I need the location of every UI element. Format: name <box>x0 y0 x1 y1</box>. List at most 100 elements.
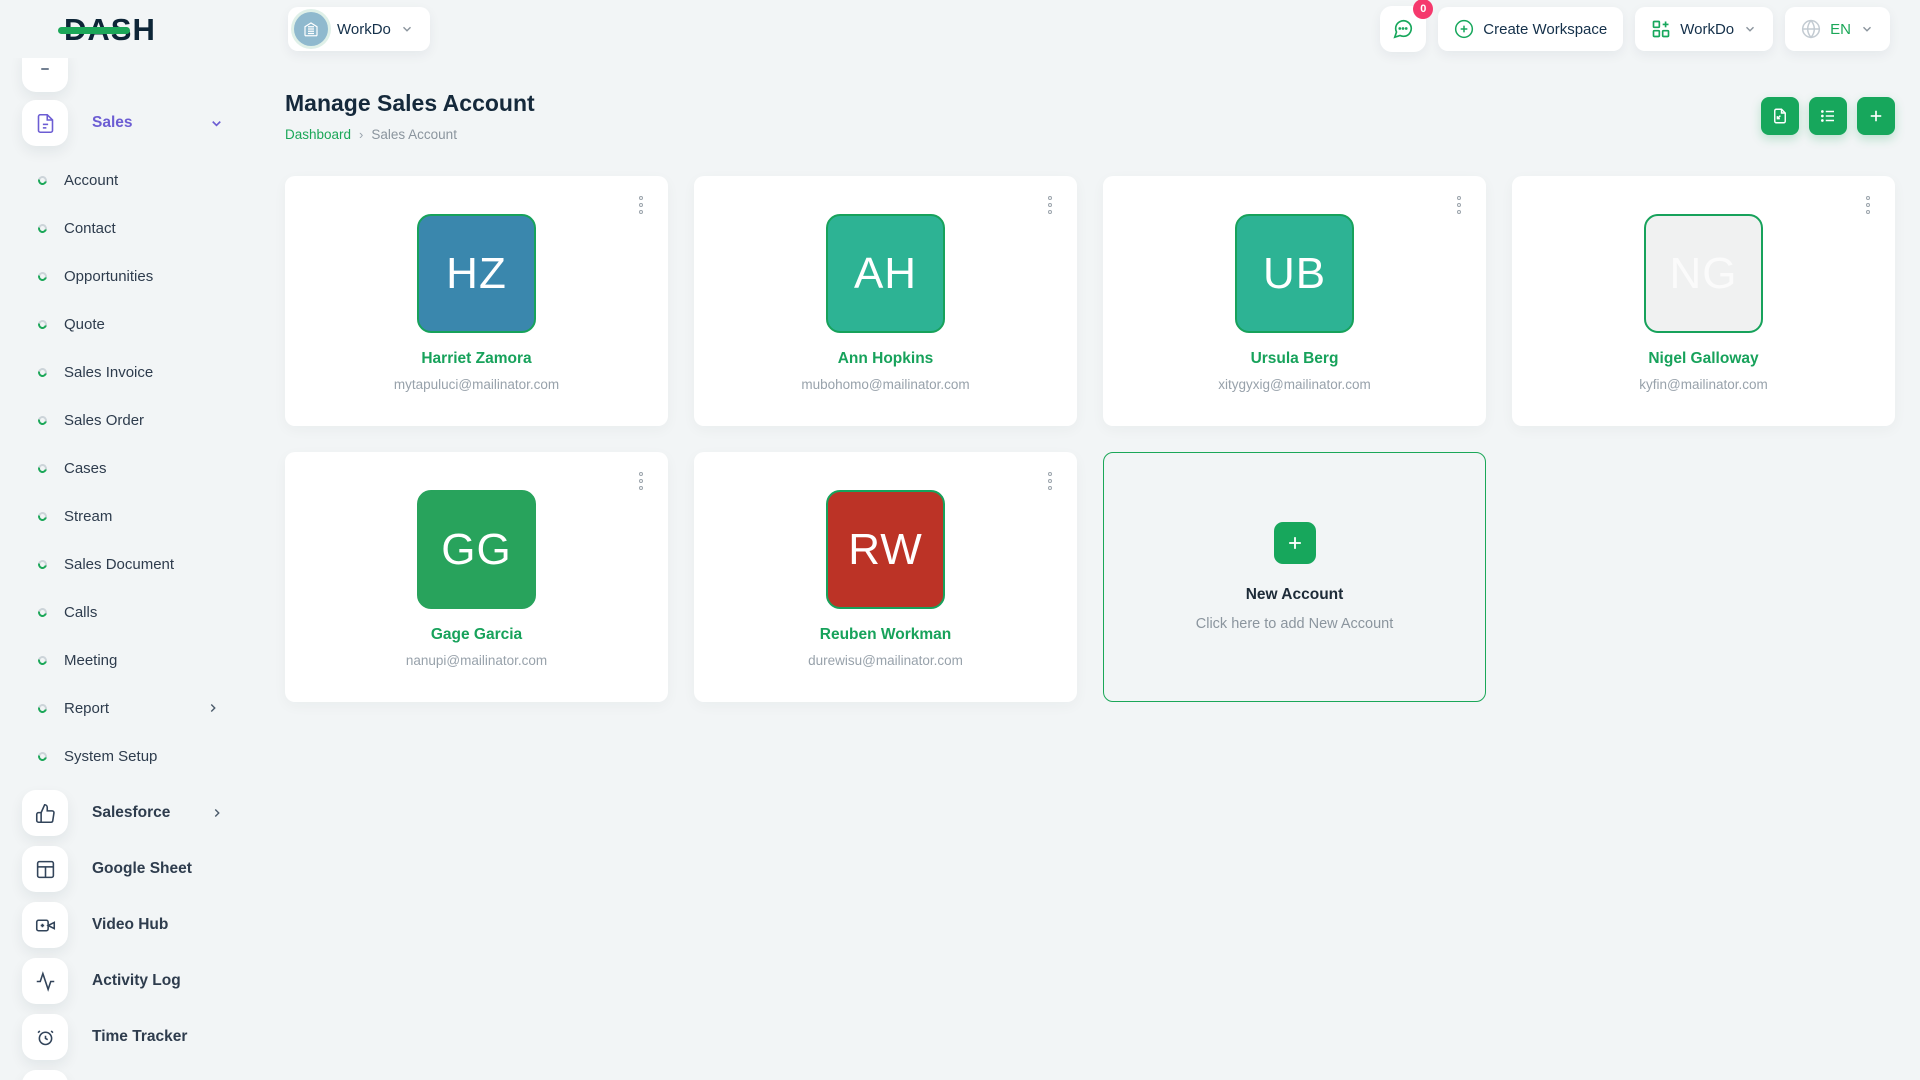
sidebar: Sales Account Contact Opportunities Quot… <box>0 58 252 1080</box>
account-email: nanupi@mailinator.com <box>285 653 668 668</box>
accounts-grid: HZ Harriet Zamora mytapuluci@mailinator.… <box>285 176 1895 702</box>
account-name-link[interactable]: Ursula Berg <box>1103 350 1486 368</box>
chevron-down-icon <box>400 22 414 36</box>
card-menu-button[interactable] <box>1859 194 1877 218</box>
bullet-icon <box>36 702 48 714</box>
account-card[interactable]: RW Reuben Workman durewisu@mailinator.co… <box>694 452 1077 702</box>
topbar: DASH WorkDo 0 Create Workspace <box>0 0 1920 58</box>
sidebar-item-partial-bottom[interactable] <box>22 1070 68 1080</box>
dash-icon <box>22 1070 68 1080</box>
sidebar-item-label: Time Tracker <box>92 1028 187 1046</box>
create-workspace-label: Create Workspace <box>1483 21 1607 38</box>
sidebar-item-salesforce[interactable]: Salesforce <box>22 790 252 836</box>
thumbs-up-icon <box>22 790 68 836</box>
sidebar-item-sales-document[interactable]: Sales Document <box>22 540 252 588</box>
card-menu-button[interactable] <box>1450 194 1468 218</box>
account-card[interactable]: NG Nigel Galloway kyfin@mailinator.com <box>1512 176 1895 426</box>
account-email: mubohomo@mailinator.com <box>694 377 1077 392</box>
card-menu-button[interactable] <box>632 194 650 218</box>
breadcrumb-separator: › <box>359 127 363 142</box>
language-selector[interactable]: EN <box>1785 7 1890 51</box>
sidebar-item-quote[interactable]: Quote <box>22 300 252 348</box>
bullet-icon <box>36 318 48 330</box>
plus-icon <box>1867 107 1885 125</box>
submenu-label: Account <box>64 172 118 189</box>
account-name-link[interactable]: Nigel Galloway <box>1512 350 1895 368</box>
sidebar-item-activity-log[interactable]: Activity Log <box>22 958 252 1004</box>
sidebar-item-calls[interactable]: Calls <box>22 588 252 636</box>
topbar-actions: 0 Create Workspace WorkDo EN <box>1380 6 1920 52</box>
account-name-link[interactable]: Harriet Zamora <box>285 350 668 368</box>
sidebar-item-sales-invoice[interactable]: Sales Invoice <box>22 348 252 396</box>
submenu-label: Sales Order <box>64 412 144 429</box>
account-card[interactable]: GG Gage Garcia nanupi@mailinator.com <box>285 452 668 702</box>
new-account-title: New Account <box>1246 586 1344 604</box>
new-account-card[interactable]: New Account Click here to add New Accoun… <box>1103 452 1486 702</box>
sidebar-item-label: Activity Log <box>92 972 181 990</box>
list-view-icon <box>1819 107 1837 125</box>
submenu-label: Contact <box>64 220 116 237</box>
sidebar-item-google-sheet[interactable]: Google Sheet <box>22 846 252 892</box>
card-menu-button[interactable] <box>632 470 650 494</box>
export-button[interactable] <box>1761 97 1799 135</box>
account-card[interactable]: HZ Harriet Zamora mytapuluci@mailinator.… <box>285 176 668 426</box>
list-view-button[interactable] <box>1809 97 1847 135</box>
sidebar-item-account[interactable]: Account <box>22 156 252 204</box>
sidebar-item-video-hub[interactable]: Video Hub <box>22 902 252 948</box>
bullet-icon <box>36 654 48 666</box>
submenu-label: Stream <box>64 508 112 525</box>
chevron-right-icon <box>206 701 220 715</box>
account-email: kyfin@mailinator.com <box>1512 377 1895 392</box>
sidebar-item-label: Video Hub <box>92 916 168 934</box>
breadcrumb: Dashboard › Sales Account <box>285 127 535 142</box>
video-camera-icon <box>22 902 68 948</box>
account-name-link[interactable]: Ann Hopkins <box>694 350 1077 368</box>
sidebar-item-opportunities[interactable]: Opportunities <box>22 252 252 300</box>
workspace-dropdown[interactable]: WorkDo <box>1635 7 1773 51</box>
sales-submenu: Account Contact Opportunities Quote Sale… <box>22 156 252 780</box>
account-name-link[interactable]: Reuben Workman <box>694 626 1077 644</box>
workspace-switcher[interactable]: WorkDo <box>288 7 430 51</box>
sidebar-item-system-setup[interactable]: System Setup <box>22 732 252 780</box>
submenu-label: Meeting <box>64 652 117 669</box>
bullet-icon <box>36 462 48 474</box>
account-avatar: HZ <box>417 214 536 333</box>
sidebar-item-cases[interactable]: Cases <box>22 444 252 492</box>
bullet-icon <box>36 222 48 234</box>
account-card[interactable]: UB Ursula Berg xitygyxig@mailinator.com <box>1103 176 1486 426</box>
sidebar-item-label: Salesforce <box>92 804 170 822</box>
account-avatar: UB <box>1235 214 1354 333</box>
sidebar-item-report[interactable]: Report <box>22 684 252 732</box>
account-name-link[interactable]: Gage Garcia <box>285 626 668 644</box>
sidebar-item-sales[interactable]: Sales <box>22 100 252 146</box>
bullet-icon <box>36 270 48 282</box>
account-card[interactable]: AH Ann Hopkins mubohomo@mailinator.com <box>694 176 1077 426</box>
page-title: Manage Sales Account <box>285 90 535 117</box>
submenu-label: System Setup <box>64 748 157 765</box>
building-icon <box>302 20 320 38</box>
create-workspace-button[interactable]: Create Workspace <box>1438 7 1623 51</box>
chevron-down-icon <box>1860 22 1874 36</box>
bullet-icon <box>36 510 48 522</box>
messages-button[interactable]: 0 <box>1380 6 1426 52</box>
sidebar-item-time-tracker[interactable]: Time Tracker <box>22 1014 252 1060</box>
sidebar-item-partial-top[interactable] <box>22 58 252 92</box>
sidebar-item-meeting[interactable]: Meeting <box>22 636 252 684</box>
breadcrumb-dashboard-link[interactable]: Dashboard <box>285 127 351 142</box>
document-icon <box>22 100 68 146</box>
card-menu-button[interactable] <box>1041 470 1059 494</box>
account-avatar: GG <box>417 490 536 609</box>
sidebar-item-contact[interactable]: Contact <box>22 204 252 252</box>
card-menu-button[interactable] <box>1041 194 1059 218</box>
workspace-name: WorkDo <box>337 21 391 38</box>
submenu-label: Sales Document <box>64 556 174 573</box>
table-icon <box>22 846 68 892</box>
bullet-icon <box>36 750 48 762</box>
sidebar-item-stream[interactable]: Stream <box>22 492 252 540</box>
sidebar-item-sales-order[interactable]: Sales Order <box>22 396 252 444</box>
add-account-button[interactable] <box>1857 97 1895 135</box>
main-content: Manage Sales Account Dashboard › Sales A… <box>252 58 1920 1080</box>
workspace-avatar <box>294 12 328 46</box>
account-avatar: RW <box>826 490 945 609</box>
brand-logo[interactable]: DASH <box>0 14 252 45</box>
